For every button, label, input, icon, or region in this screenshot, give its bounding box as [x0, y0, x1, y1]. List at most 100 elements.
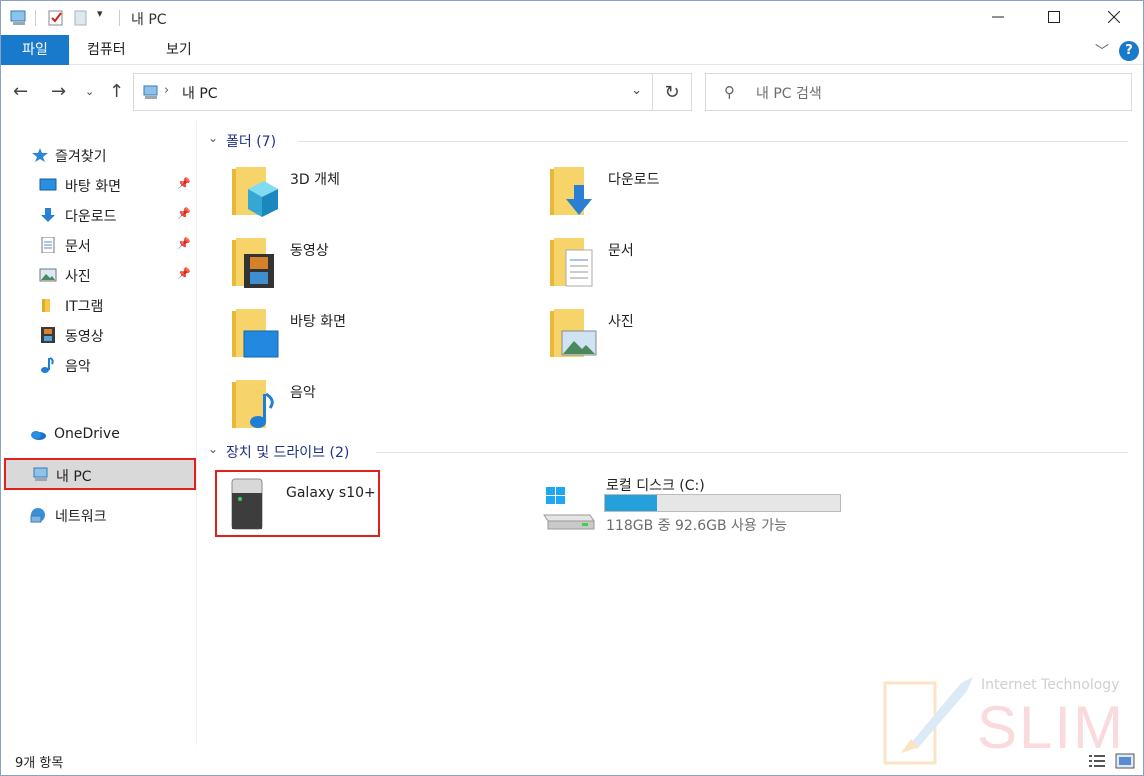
title-separator: [35, 10, 36, 26]
address-bar[interactable]: › 내 PC ⌄: [133, 73, 653, 111]
drive-windows-icon: [543, 487, 595, 530]
pictures-folder-icon: [550, 309, 597, 357]
folder-item-pictures[interactable]: 사진: [548, 307, 848, 371]
portable-device-icon: [231, 478, 263, 530]
watermark-text: Internet Technology: [981, 677, 1120, 693]
star-icon: [32, 148, 48, 162]
title-separator: [119, 10, 120, 26]
device-name: Galaxy s10+: [286, 485, 376, 501]
folder-item-3d-objects[interactable]: 3D 개체: [230, 165, 530, 229]
back-arrow-icon[interactable]: ←: [13, 81, 28, 102]
tab-view[interactable]: 보기: [148, 35, 210, 65]
close-button[interactable]: [1091, 1, 1137, 33]
watermark-brand: SLIM: [977, 694, 1126, 761]
sidebar-item-quick-access[interactable]: 즐겨찾기: [1, 141, 197, 169]
refresh-button[interactable]: ↻: [652, 73, 692, 111]
group-header-folders[interactable]: 폴더 (7): [226, 131, 276, 151]
sidebar-item-onedrive[interactable]: OneDrive: [1, 421, 197, 449]
properties-icon[interactable]: [47, 9, 65, 27]
sidebar-item-videos[interactable]: 동영상: [1, 321, 197, 349]
sidebar-item-music[interactable]: 음악: [1, 351, 197, 379]
customize-qat-icon[interactable]: ▾: [97, 7, 103, 20]
folder-item-videos[interactable]: 동영상: [230, 236, 530, 300]
content-pane: ⌄ 폴더 (7) 3D 개체 다운로드 동영상 문서 바탕 화면 사진 음악 ⌄…: [198, 121, 1142, 745]
drive-usage-fill: [605, 495, 657, 511]
sidebar-label: IT그램: [65, 299, 104, 315]
navigation-bar: ← → ⌄ ↑ › 내 PC ⌄ ↻ ⚲ 내 PC 검색: [1, 67, 1143, 117]
pin-icon[interactable]: 📌: [177, 237, 191, 250]
rocket-icon: [883, 677, 973, 765]
folder-name: 바탕 화면: [290, 314, 346, 330]
folder-icon: [42, 299, 50, 312]
maximize-button[interactable]: [1031, 1, 1077, 33]
drive-free-space: 118GB 중 92.6GB 사용 가능: [606, 518, 788, 534]
new-folder-icon[interactable]: [73, 9, 89, 27]
breadcrumb-chevron-icon[interactable]: ›: [164, 83, 169, 98]
sidebar-label: 즐겨찾기: [55, 149, 107, 165]
this-pc-icon: [143, 85, 158, 99]
sidebar-label: 문서: [65, 239, 91, 255]
sidebar-item-documents[interactable]: 문서 📌: [1, 231, 197, 259]
tab-computer[interactable]: 컴퓨터: [69, 35, 144, 65]
sidebar-item-this-pc[interactable]: 내 PC: [4, 458, 196, 490]
sidebar-item-itgram[interactable]: IT그램: [1, 291, 197, 319]
music-note-icon: [41, 357, 54, 373]
sidebar-item-pictures[interactable]: 사진 📌: [1, 261, 197, 289]
item-count: 9개 항목: [15, 756, 64, 771]
sidebar-label: 사진: [65, 269, 91, 285]
window-title: 내 PC: [131, 12, 167, 28]
sidebar-item-desktop[interactable]: 바탕 화면 📌: [1, 171, 197, 199]
cloud-icon: [31, 431, 46, 440]
folder-name: 3D 개체: [290, 172, 340, 188]
pin-icon[interactable]: 📌: [177, 207, 191, 220]
up-arrow-icon[interactable]: ↑: [109, 81, 124, 102]
sidebar-label: 음악: [65, 359, 91, 375]
sidebar-item-downloads[interactable]: 다운로드 📌: [1, 201, 197, 229]
device-item-galaxy[interactable]: Galaxy s10+: [228, 477, 376, 541]
sidebar-item-network[interactable]: 네트워크: [1, 501, 197, 529]
music-folder-icon: [232, 380, 274, 428]
folder-name: 사진: [608, 314, 634, 330]
folder-item-documents[interactable]: 문서: [548, 236, 848, 300]
maximize-icon: [1048, 11, 1060, 23]
search-placeholder[interactable]: 내 PC 검색: [756, 83, 822, 103]
forward-arrow-icon[interactable]: →: [51, 81, 66, 102]
help-button[interactable]: ?: [1119, 41, 1139, 61]
pin-icon[interactable]: 📌: [177, 177, 191, 190]
film-icon: [41, 327, 55, 343]
folder-item-music[interactable]: 음악: [230, 378, 530, 442]
3d-objects-folder-icon: [232, 167, 278, 217]
minimize-button[interactable]: [975, 1, 1021, 33]
watermark-logo: Internet Technology SLIM: [881, 673, 1137, 769]
sidebar-label: 다운로드: [65, 209, 117, 225]
collapse-chevron-icon[interactable]: ⌄: [208, 442, 218, 456]
tab-file[interactable]: 파일: [1, 35, 69, 65]
search-icon: ⚲: [724, 83, 735, 101]
pin-icon[interactable]: 📌: [177, 267, 191, 280]
folder-item-downloads[interactable]: 다운로드: [548, 165, 848, 229]
search-box[interactable]: ⚲ 내 PC 검색: [705, 73, 1132, 111]
navigation-pane: 즐겨찾기 바탕 화면 📌 다운로드 📌 문서 📌 사진 📌 IT그램 동영상 음…: [1, 121, 197, 745]
folder-name: 동영상: [290, 243, 329, 259]
desktop-folder-icon: [232, 309, 279, 358]
expand-ribbon-icon[interactable]: ﹀: [1095, 41, 1109, 61]
downloads-folder-icon: [550, 167, 592, 215]
title-bar: ▾ 내 PC: [1, 1, 1143, 35]
explorer-window: ▾ 내 PC 파일 컴퓨터 보기 ﹀ ? ← → ⌄ ↑ › 내 PC ⌄ ↻ …: [0, 0, 1144, 776]
folder-name: 음악: [290, 385, 316, 401]
group-divider: [298, 141, 1128, 142]
sidebar-label: 내 PC: [56, 469, 92, 485]
folder-item-desktop[interactable]: 바탕 화면: [230, 307, 530, 371]
this-pc-icon[interactable]: [9, 9, 29, 27]
chevron-down-icon[interactable]: ⌄: [631, 83, 642, 98]
recent-locations-icon[interactable]: ⌄: [85, 85, 94, 98]
minimize-icon: [992, 16, 1004, 18]
sidebar-label: 바탕 화면: [65, 179, 121, 195]
collapse-chevron-icon[interactable]: ⌄: [208, 131, 218, 145]
refresh-icon: ↻: [664, 81, 680, 103]
videos-folder-icon: [232, 238, 274, 288]
desktop-icon: [39, 178, 57, 191]
folder-name: 문서: [608, 243, 634, 259]
address-text[interactable]: 내 PC: [182, 83, 218, 103]
group-header-devices[interactable]: 장치 및 드라이브 (2): [226, 442, 349, 462]
